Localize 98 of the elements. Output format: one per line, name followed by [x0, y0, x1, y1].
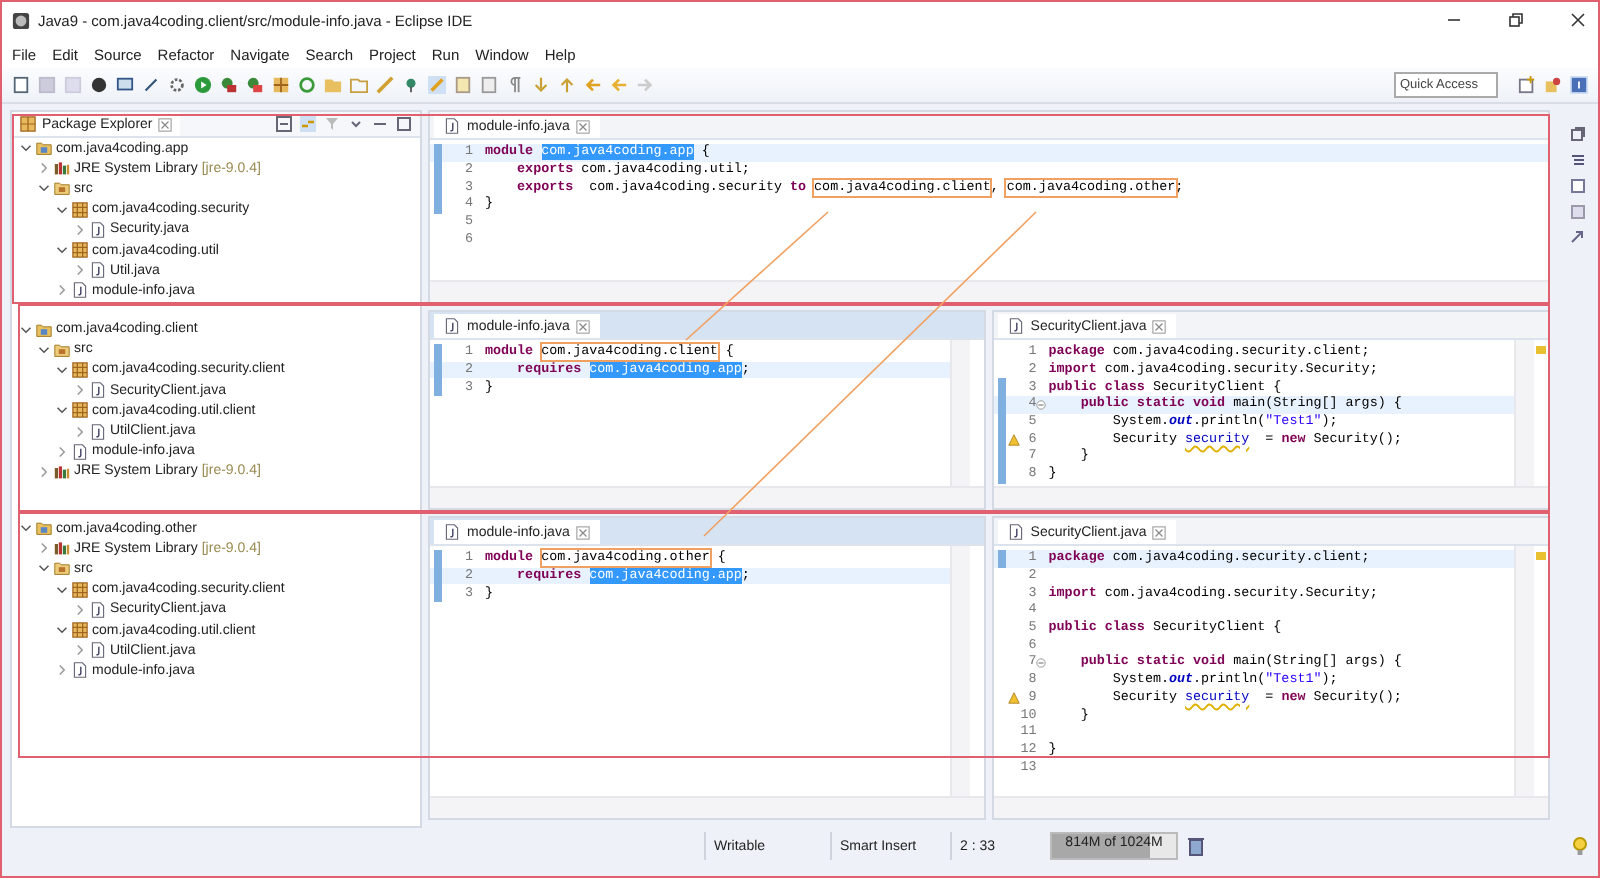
- horizontal-scrollbar[interactable]: [994, 796, 1549, 818]
- books-icon: [54, 540, 70, 557]
- chevron-down-icon[interactable]: [56, 583, 68, 596]
- java-file-icon: [1008, 524, 1025, 540]
- package-icon: [72, 361, 88, 378]
- chevron-right-icon[interactable]: [74, 603, 86, 616]
- java-file-icon: [72, 282, 88, 299]
- chevron-right-icon[interactable]: [56, 445, 68, 458]
- pilcrow-icon[interactable]: [506, 76, 524, 94]
- project-folder-icon: [36, 321, 52, 338]
- arrow-icon[interactable]: [1570, 230, 1587, 246]
- java-file-icon: [444, 118, 461, 134]
- package-icon: [72, 402, 88, 419]
- restore-icon[interactable]: [1506, 10, 1526, 30]
- chevron-right-icon[interactable]: [74, 384, 86, 397]
- chevron-right-icon[interactable]: [74, 223, 86, 236]
- project-folder-icon: [36, 520, 52, 537]
- maximize-icon[interactable]: [396, 116, 413, 132]
- chevron-down-icon[interactable]: [20, 522, 32, 535]
- horizontal-scrollbar[interactable]: [430, 280, 1549, 302]
- package-icon: [20, 116, 36, 132]
- chevron-down-icon[interactable]: [56, 203, 68, 216]
- pencil-icon[interactable]: [376, 76, 394, 94]
- vertical-scrollbar[interactable]: [1514, 546, 1535, 796]
- java-perspective-icon[interactable]: [1570, 76, 1588, 94]
- refresh-icon[interactable]: [298, 76, 316, 94]
- source-folder-icon: [54, 341, 70, 358]
- task-list-icon[interactable]: [1570, 178, 1587, 194]
- chevron-right-icon[interactable]: [38, 542, 50, 555]
- vertical-scrollbar[interactable]: [950, 340, 971, 486]
- java-file-icon: [90, 221, 106, 238]
- horizontal-scrollbar[interactable]: [430, 796, 985, 818]
- pin-icon[interactable]: [402, 76, 420, 94]
- outline-icon[interactable]: [1570, 152, 1587, 168]
- chevron-down-icon[interactable]: [56, 363, 68, 376]
- chevron-down-icon[interactable]: [56, 404, 68, 417]
- package-icon: [72, 622, 88, 639]
- square-icon[interactable]: [1570, 204, 1587, 220]
- package-icon: [72, 581, 88, 598]
- chevron-right-icon[interactable]: [38, 162, 50, 175]
- filter-icon[interactable]: [324, 116, 341, 132]
- open-folder-icon[interactable]: [350, 76, 368, 94]
- new-file-icon[interactable]: [12, 76, 30, 94]
- java-file-icon: [444, 318, 461, 334]
- vertical-scrollbar[interactable]: [950, 546, 971, 796]
- horizontal-scrollbar[interactable]: [430, 486, 985, 508]
- circle-icon[interactable]: [90, 76, 108, 94]
- caret-icon[interactable]: [348, 116, 365, 132]
- link-icon[interactable]: [300, 116, 317, 132]
- books-icon: [54, 160, 70, 177]
- project-folder-icon: [36, 140, 52, 157]
- chevron-right-icon[interactable]: [38, 465, 50, 478]
- chevron-right-icon[interactable]: [74, 425, 86, 438]
- vertical-scrollbar[interactable]: [1514, 340, 1535, 486]
- java-file-icon: [90, 642, 106, 659]
- java-file-icon: [90, 262, 106, 279]
- package-icon: [72, 242, 88, 259]
- java-file-icon: [90, 601, 106, 618]
- package-icon: [72, 201, 88, 218]
- chevron-right-icon[interactable]: [56, 664, 68, 677]
- close-icon[interactable]: [1568, 10, 1588, 30]
- chevron-down-icon[interactable]: [20, 323, 32, 336]
- eclipse-logo-icon: [12, 11, 30, 29]
- java-file-icon: [1008, 318, 1025, 334]
- monitor-icon[interactable]: [116, 76, 134, 94]
- trash-icon[interactable]: [1188, 836, 1204, 856]
- chevron-down-icon[interactable]: [38, 182, 50, 195]
- java-file-icon: [90, 382, 106, 399]
- warning-marker[interactable]: [1536, 346, 1547, 354]
- lightbulb-icon[interactable]: [1572, 836, 1588, 856]
- chevron-down-icon[interactable]: [38, 562, 50, 575]
- restore-icon[interactable]: [1570, 126, 1587, 142]
- chevron-right-icon[interactable]: [74, 644, 86, 657]
- perspective-icon[interactable]: [1544, 76, 1562, 94]
- collapse-icon[interactable]: [1036, 657, 1047, 668]
- source-folder-icon: [54, 180, 70, 197]
- source-folder-icon: [54, 560, 70, 577]
- chevron-down-icon[interactable]: [56, 624, 68, 637]
- collapse-icon[interactable]: [1036, 399, 1047, 410]
- open-perspective-icon[interactable]: [1518, 76, 1536, 94]
- chevron-down-icon[interactable]: [56, 244, 68, 257]
- collapse-all-icon[interactable]: [276, 116, 293, 132]
- java-file-icon: [90, 423, 106, 440]
- document-icon[interactable]: [454, 76, 472, 94]
- chevron-down-icon[interactable]: [20, 142, 32, 155]
- grid-icon[interactable]: [272, 76, 290, 94]
- warning-marker[interactable]: [1536, 552, 1547, 560]
- java-file-icon: [72, 662, 88, 679]
- chevron-down-icon[interactable]: [38, 343, 50, 356]
- books-icon: [54, 463, 70, 480]
- back-arrow-icon[interactable]: [610, 76, 628, 94]
- chevron-right-icon[interactable]: [74, 264, 86, 277]
- java-file-icon: [444, 524, 461, 540]
- play-icon[interactable]: [194, 76, 212, 94]
- java-file-icon: [72, 443, 88, 460]
- horizontal-scrollbar[interactable]: [994, 486, 1549, 508]
- chevron-right-icon[interactable]: [56, 284, 68, 297]
- pen-icon[interactable]: [142, 76, 160, 94]
